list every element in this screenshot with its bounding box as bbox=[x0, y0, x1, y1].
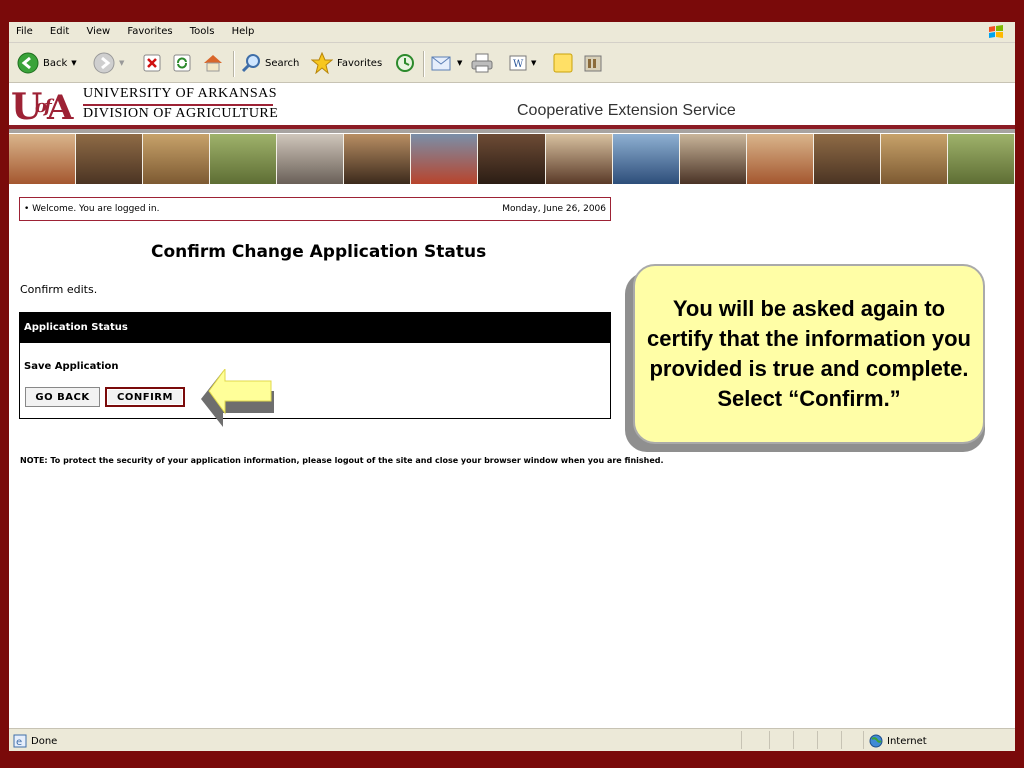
uofa-logo-icon: U of A bbox=[11, 86, 77, 128]
site-header: U of A UNIVERSITY OF ARKANSAS DIVISION O… bbox=[9, 84, 1015, 184]
menu-bar: File Edit View Favorites Tools Help bbox=[9, 22, 1015, 43]
back-label: Back bbox=[43, 57, 68, 69]
menu-view[interactable]: View bbox=[79, 22, 117, 37]
status-zone: Internet bbox=[869, 734, 927, 748]
service-name: Cooperative Extension Service bbox=[517, 102, 736, 119]
note-icon bbox=[553, 53, 573, 73]
mail-button[interactable]: ▼ bbox=[431, 51, 462, 75]
forward-button[interactable]: ▼ bbox=[93, 51, 124, 75]
page-icon: e bbox=[13, 734, 27, 748]
menu-tools[interactable]: Tools bbox=[183, 22, 222, 37]
menu-help[interactable]: Help bbox=[225, 22, 262, 37]
discuss-button[interactable] bbox=[553, 51, 573, 75]
back-button[interactable]: Back ▼ bbox=[17, 51, 77, 75]
chevron-down-icon[interactable]: ▼ bbox=[119, 59, 124, 67]
windows-logo-icon bbox=[989, 25, 1003, 38]
svg-text:A: A bbox=[46, 88, 74, 124]
photo-banner bbox=[9, 134, 1015, 184]
globe-icon bbox=[869, 734, 883, 748]
favorites-label: Favorites bbox=[337, 57, 383, 69]
stop-button[interactable] bbox=[143, 51, 161, 75]
refresh-button[interactable] bbox=[173, 51, 191, 75]
security-note: NOTE: To protect the security of your ap… bbox=[20, 456, 664, 465]
chevron-down-icon[interactable]: ▼ bbox=[531, 59, 536, 67]
print-button[interactable] bbox=[471, 51, 493, 75]
star-icon bbox=[311, 52, 333, 74]
header-line-2: DIVISION OF AGRICULTURE bbox=[83, 106, 279, 121]
printer-icon bbox=[471, 53, 493, 73]
chevron-down-icon[interactable]: ▼ bbox=[457, 59, 462, 67]
welcome-message: • Welcome. You are logged in. bbox=[24, 204, 160, 214]
callout-text: You will be asked again to certify that … bbox=[647, 296, 971, 411]
go-back-button[interactable]: GO BACK bbox=[25, 387, 100, 407]
header-line-1: UNIVERSITY OF ARKANSAS bbox=[83, 86, 278, 101]
page-title: Confirm Change Application Status bbox=[151, 242, 487, 262]
research-button[interactable] bbox=[583, 51, 603, 75]
status-bar: e Done Internet bbox=[9, 728, 1015, 751]
forward-arrow-icon bbox=[93, 52, 115, 74]
panel-header-label: Application Status bbox=[24, 322, 128, 333]
save-application-label: Save Application bbox=[24, 361, 119, 372]
refresh-icon bbox=[173, 54, 191, 72]
home-button[interactable] bbox=[202, 51, 224, 75]
mail-icon bbox=[431, 56, 451, 71]
search-label: Search bbox=[265, 57, 300, 69]
status-done: e Done bbox=[13, 734, 57, 748]
word-document-icon: W bbox=[509, 55, 527, 71]
svg-text:e: e bbox=[16, 737, 22, 748]
menu-file[interactable]: File bbox=[9, 22, 40, 37]
menu-edit[interactable]: Edit bbox=[43, 22, 76, 37]
toolbar: Back ▼ ▼ Search Favorites ▼ W ▼ bbox=[9, 43, 1015, 83]
status-done-label: Done bbox=[31, 735, 58, 747]
stop-icon bbox=[143, 54, 161, 72]
welcome-bar: • Welcome. You are logged in. Monday, Ju… bbox=[19, 197, 611, 221]
instruction-callout: You will be asked again to certify that … bbox=[633, 264, 985, 444]
application-status-panel: Application Status Save Application GO B… bbox=[19, 312, 611, 419]
back-arrow-icon bbox=[17, 52, 39, 74]
history-button[interactable] bbox=[395, 51, 415, 75]
status-zone-label: Internet bbox=[887, 735, 927, 747]
menu-favorites[interactable]: Favorites bbox=[120, 22, 179, 37]
search-icon bbox=[241, 54, 260, 73]
search-button[interactable]: Search bbox=[241, 51, 299, 75]
header-gray-bar bbox=[9, 129, 1015, 133]
welcome-date: Monday, June 26, 2006 bbox=[502, 204, 606, 214]
favorites-button[interactable]: Favorites bbox=[311, 51, 382, 75]
research-icon bbox=[584, 55, 602, 72]
page-subtitle: Confirm edits. bbox=[20, 283, 98, 296]
chevron-down-icon[interactable]: ▼ bbox=[71, 59, 76, 67]
home-icon bbox=[204, 55, 222, 72]
edit-button[interactable]: W ▼ bbox=[509, 51, 536, 75]
history-icon bbox=[396, 54, 414, 72]
svg-text:W: W bbox=[513, 59, 524, 70]
panel-header: Application Status bbox=[20, 313, 610, 343]
pointer-arrow-icon bbox=[201, 369, 274, 427]
confirm-button[interactable]: CONFIRM bbox=[105, 387, 185, 407]
